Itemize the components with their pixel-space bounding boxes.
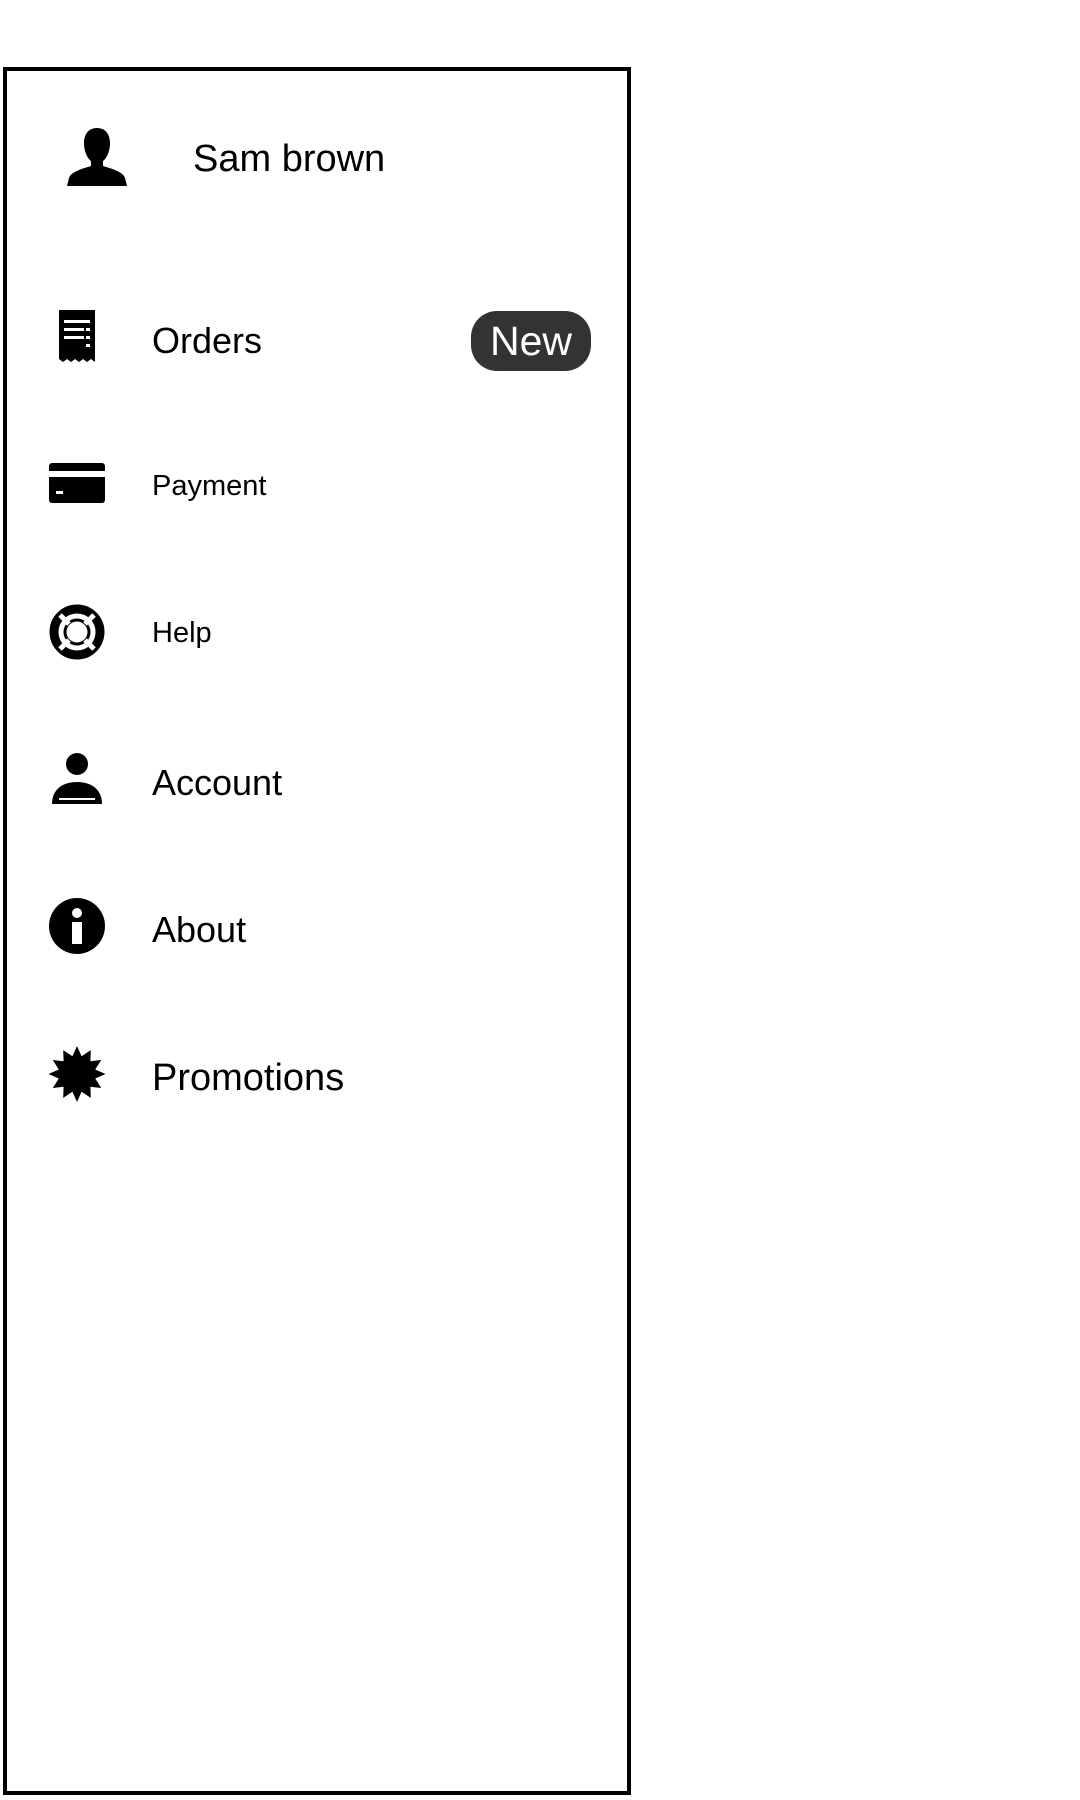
menu-item-orders[interactable]: Orders New [7,284,627,384]
user-name: Sam brown [193,138,386,180]
navigation-drawer: Sam brown Orders New Payment Help Accoun… [3,67,631,1795]
badge-star-icon [47,1044,107,1104]
menu-item-label-help: Help [152,617,212,649]
person-icon [47,748,107,808]
info-icon [47,896,107,956]
profile-header[interactable]: Sam brown [7,71,627,241]
credit-card-icon [47,453,107,513]
user-silhouette-icon [65,128,129,186]
menu-item-promotions[interactable]: Promotions [7,1022,627,1122]
menu-item-help[interactable]: Help [7,580,627,680]
menu-item-label-about: About [152,909,247,950]
menu-item-about[interactable]: About [7,874,627,974]
menu-item-payment[interactable]: Payment [7,433,627,533]
receipt-icon [47,306,107,366]
lifebuoy-icon [47,602,107,662]
new-badge: New [471,311,591,371]
menu-item-label-promotions: Promotions [152,1057,345,1099]
menu-item-label-payment: Payment [152,470,267,502]
menu-item-label-orders: Orders [152,320,263,361]
menu-item-account[interactable]: Account [7,727,627,827]
menu-item-label-account: Account [152,762,283,803]
